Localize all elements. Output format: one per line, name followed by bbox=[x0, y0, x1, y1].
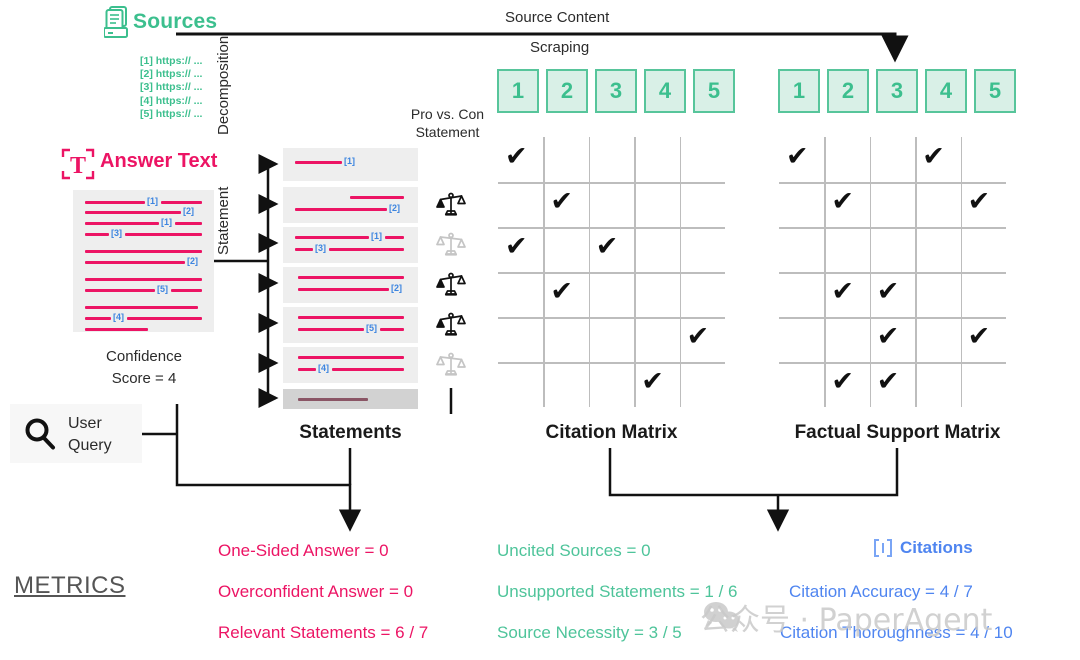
watermark-text: 公众号 · PaperAgent bbox=[700, 603, 993, 638]
scale-icon-dark bbox=[436, 310, 466, 340]
statement-citation: [2] bbox=[391, 283, 402, 293]
matrix-checkmark[interactable]: ✔ bbox=[968, 323, 991, 350]
matrix-checkmark[interactable]: ✔ bbox=[687, 323, 710, 350]
citations-label: Citations bbox=[900, 538, 973, 557]
confidence-label: Confidence bbox=[106, 348, 182, 365]
matrix-checkmark[interactable]: ✔ bbox=[550, 278, 573, 305]
statement-row[interactable]: [5] bbox=[283, 307, 418, 343]
matrix-gridline-horizontal bbox=[779, 227, 1006, 229]
metric-source-necessity: Source Necessity = 3 / 5 bbox=[497, 623, 682, 642]
user-query-line1: User bbox=[68, 415, 102, 432]
statement-citation: [2] bbox=[389, 203, 400, 213]
source-chip-citation[interactable]: 5 bbox=[693, 69, 735, 113]
matrix-checkmark[interactable]: ✔ bbox=[505, 143, 528, 170]
matrix-checkmark[interactable]: ✔ bbox=[922, 143, 945, 170]
statement-row[interactable]: [2] bbox=[283, 187, 418, 223]
matrix-gridline-horizontal bbox=[779, 317, 1006, 319]
svg-text:T: T bbox=[70, 153, 86, 179]
metric-relevant-statements: Relevant Statements = 6 / 7 bbox=[218, 623, 429, 642]
source-content-label: Source Content bbox=[505, 9, 610, 26]
statement-row[interactable]: [1] bbox=[283, 148, 418, 181]
source-item: [2] https:// ... bbox=[140, 68, 203, 81]
source-chip-citation[interactable]: 3 bbox=[595, 69, 637, 113]
matrix-gridline-horizontal bbox=[498, 272, 725, 274]
user-query-line2: Query bbox=[68, 437, 112, 454]
matrix-gridline-horizontal bbox=[498, 317, 725, 319]
metric-uncited-sources: Uncited Sources = 0 bbox=[497, 541, 651, 560]
source-chip-factual[interactable]: 4 bbox=[925, 69, 967, 113]
pro-vs-con-line1: Pro vs. Con bbox=[410, 106, 485, 122]
matrix-checkmark[interactable]: ✔ bbox=[786, 143, 809, 170]
source-chip-factual[interactable]: 5 bbox=[974, 69, 1016, 113]
sources-list: [1] https:// ... [2] https:// ... [3] ht… bbox=[140, 55, 202, 121]
matrix-checkmark[interactable]: ✔ bbox=[550, 188, 573, 215]
source-item: [1] https:// ... bbox=[140, 55, 203, 67]
source-item: [3] https:// ... bbox=[140, 81, 203, 94]
scale-icon-dark bbox=[436, 190, 466, 220]
confidence-value: Score = 4 bbox=[111, 370, 177, 387]
matrix-gridline-horizontal bbox=[498, 227, 725, 229]
source-chip-factual[interactable]: 2 bbox=[827, 69, 869, 113]
scale-icon-dark bbox=[436, 270, 466, 300]
decomposition-label: Decomposition bbox=[215, 35, 232, 135]
source-item: [5] https:// ... bbox=[140, 107, 203, 120]
statement-citation: [3] bbox=[315, 243, 326, 253]
statement-label: Statement bbox=[215, 186, 232, 255]
user-query-label: User Query bbox=[68, 413, 112, 457]
search-icon bbox=[22, 416, 58, 452]
answer-text-title: Answer Text bbox=[100, 150, 218, 172]
confidence-score: Confidence Score = 4 bbox=[88, 346, 200, 390]
matrix-checkmark[interactable]: ✔ bbox=[877, 368, 900, 395]
scraping-label: Scraping bbox=[530, 39, 590, 56]
statement-row[interactable]: [2] bbox=[283, 267, 418, 303]
statement-citation: [5] bbox=[366, 323, 377, 333]
statement-row-irrelevant[interactable] bbox=[283, 389, 418, 409]
matrix-checkmark[interactable]: ✔ bbox=[831, 278, 854, 305]
matrix-gridline-horizontal bbox=[498, 182, 725, 184]
matrix-gridline-horizontal bbox=[498, 362, 725, 364]
matrix-checkmark[interactable]: ✔ bbox=[641, 368, 664, 395]
matrix-gridline-horizontal bbox=[779, 182, 1006, 184]
sources-title: Sources bbox=[133, 10, 218, 33]
matrix-checkmark[interactable]: ✔ bbox=[505, 233, 528, 260]
matrix-gridline-horizontal bbox=[779, 272, 1006, 274]
matrix-gridline-horizontal bbox=[779, 362, 1006, 364]
matrix-checkmark[interactable]: ✔ bbox=[877, 278, 900, 305]
text-frame-icon: T bbox=[60, 146, 96, 182]
statement-row[interactable]: [4] bbox=[283, 347, 418, 383]
matrix-checkmark[interactable]: ✔ bbox=[831, 188, 854, 215]
pro-vs-con-line2: Statement bbox=[415, 124, 480, 140]
matrix-checkmark[interactable]: ✔ bbox=[831, 368, 854, 395]
statement-citation: [1] bbox=[371, 231, 382, 241]
matrix-checkmark[interactable]: ✔ bbox=[596, 233, 619, 260]
factual-matrix-title: Factual Support Matrix bbox=[794, 422, 1001, 443]
metric-overconfident-answer: Overconfident Answer = 0 bbox=[218, 582, 414, 601]
source-chip-citation[interactable]: 1 bbox=[497, 69, 539, 113]
factual-support-matrix[interactable]: ✔ ✔ ✔ ✔ ✔ ✔ ✔ ✔ ✔ ✔ bbox=[779, 137, 1006, 407]
pro-vs-con-label: Pro vs. Con Statement bbox=[390, 105, 505, 141]
scale-icon-light bbox=[436, 230, 466, 260]
statements-title: Statements bbox=[299, 422, 402, 443]
source-chip-citation[interactable]: 2 bbox=[546, 69, 588, 113]
citation-matrix[interactable]: ✔ ✔ ✔ ✔ ✔ ✔ ✔ bbox=[498, 137, 725, 407]
source-chip-factual[interactable]: 1 bbox=[778, 69, 820, 113]
citation-matrix-title: Citation Matrix bbox=[545, 422, 678, 443]
metric-one-sided-answer: One-Sided Answer = 0 bbox=[218, 541, 389, 560]
source-item: [4] https:// ... bbox=[140, 94, 203, 107]
source-chip-citation[interactable]: 4 bbox=[644, 69, 686, 113]
statement-citation: [4] bbox=[318, 363, 329, 373]
statement-row[interactable]: [1] [3] bbox=[283, 227, 418, 263]
statement-citation: [1] bbox=[344, 156, 355, 166]
matrix-checkmark[interactable]: ✔ bbox=[968, 188, 991, 215]
documents-icon bbox=[103, 6, 132, 38]
answer-text-box: [1] [2] [1] [3] [2] [5] [4] bbox=[73, 190, 214, 332]
scale-icon-light bbox=[436, 350, 466, 380]
matrix-checkmark[interactable]: ✔ bbox=[877, 323, 900, 350]
brackets-icon bbox=[872, 538, 894, 558]
metrics-heading: METRICS bbox=[14, 572, 126, 599]
source-chip-factual[interactable]: 3 bbox=[876, 69, 918, 113]
